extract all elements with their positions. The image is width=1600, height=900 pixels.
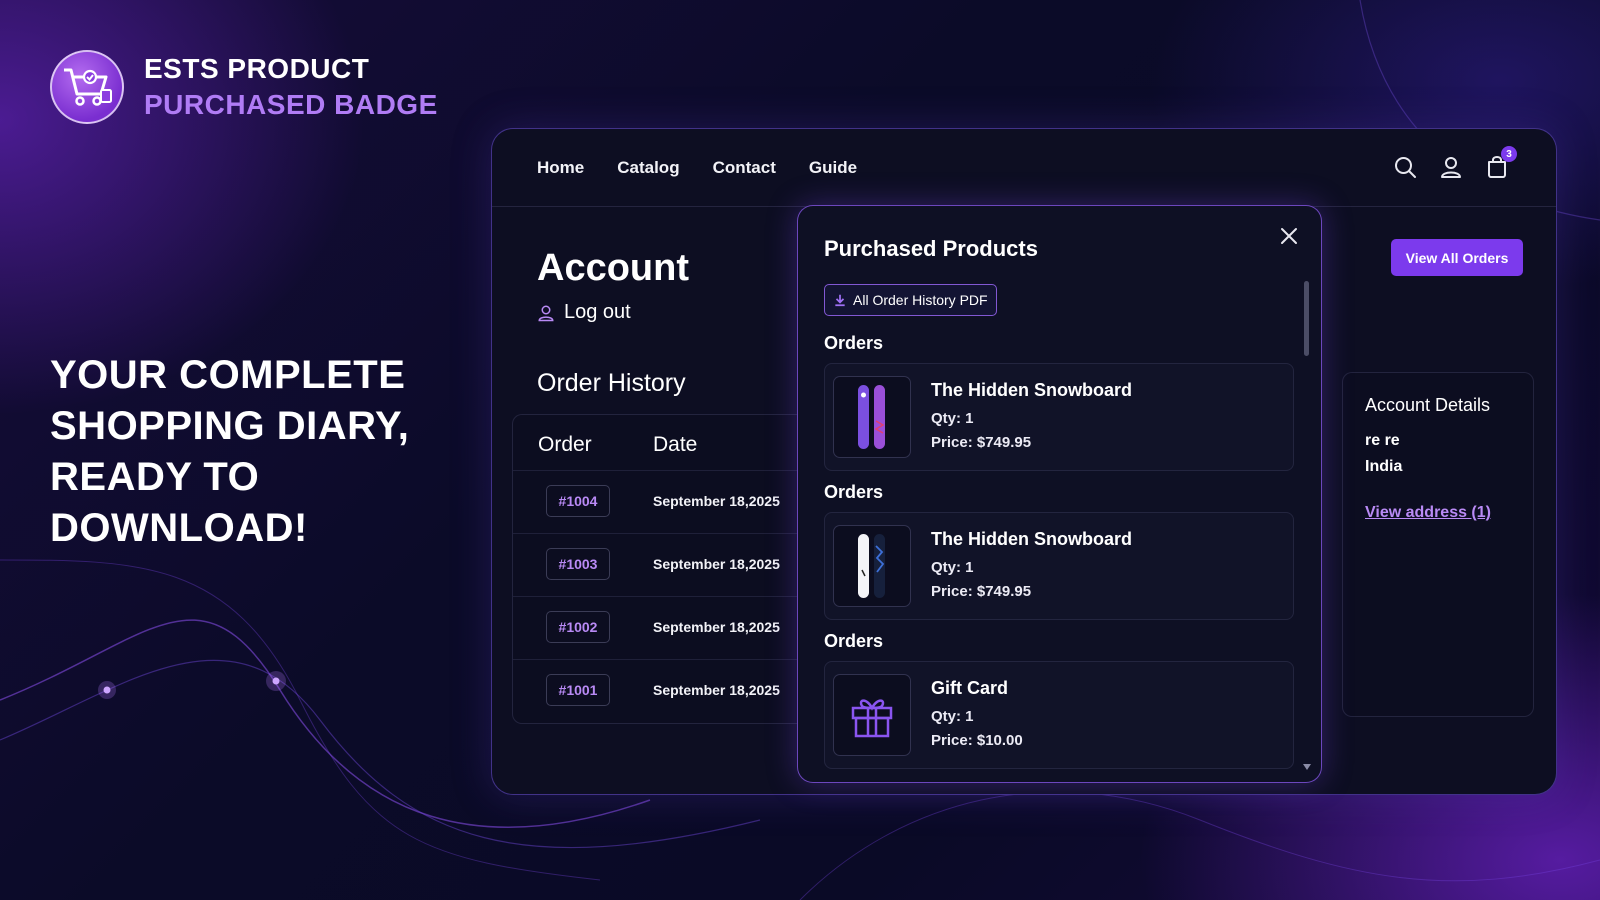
gift-icon bbox=[833, 674, 911, 756]
headline-line: YOUR COMPLETE bbox=[50, 353, 406, 397]
nav-home[interactable]: Home bbox=[537, 158, 584, 178]
view-address-link[interactable]: View address (1) bbox=[1365, 504, 1491, 522]
account-details-card: Account Details re re India View address… bbox=[1342, 372, 1534, 717]
product-price: Price: $749.95 bbox=[931, 583, 1032, 600]
order-history-table: Order Date #1004 September 18,2025 #1003… bbox=[512, 414, 822, 724]
product-card: The Hidden Snowboard Qty: 1 Price: $749.… bbox=[824, 512, 1294, 620]
account-name: re re bbox=[1365, 432, 1400, 449]
headline-line: SHOPPING DIARY, bbox=[50, 404, 410, 448]
column-header-date: Date bbox=[653, 433, 698, 456]
scroll-down-arrow-icon[interactable] bbox=[1303, 764, 1311, 770]
modal-scrollbar[interactable] bbox=[1304, 281, 1309, 356]
order-history-title: Order History bbox=[537, 369, 686, 397]
product-qty: Qty: 1 bbox=[931, 410, 974, 427]
table-row: #1003 September 18,2025 bbox=[513, 533, 821, 596]
order-number-link[interactable]: #1001 bbox=[546, 674, 610, 706]
table-row: #1004 September 18,2025 bbox=[513, 470, 821, 533]
product-name: The Hidden Snowboard bbox=[931, 529, 1132, 549]
nav-contact[interactable]: Contact bbox=[713, 158, 776, 178]
user-icon[interactable] bbox=[1439, 155, 1465, 181]
brand-title-line2: PURCHASED BADGE bbox=[144, 89, 438, 120]
order-number-link[interactable]: #1003 bbox=[546, 548, 610, 580]
nav-catalog[interactable]: Catalog bbox=[617, 158, 679, 178]
account-country: India bbox=[1365, 458, 1403, 475]
snowboard-purple-thumbnail bbox=[833, 376, 911, 458]
download-pdf-button[interactable]: All Order History PDF bbox=[824, 284, 997, 316]
product-price: Price: $749.95 bbox=[931, 434, 1032, 451]
orders-group-label: Orders bbox=[824, 631, 884, 651]
brand: ESTS PRODUCT PURCHASED BADGE bbox=[50, 50, 438, 124]
order-date: September 18,2025 bbox=[653, 619, 780, 635]
account-title: Account bbox=[537, 247, 689, 289]
search-icon[interactable] bbox=[1393, 155, 1419, 181]
order-number-link[interactable]: #1002 bbox=[546, 611, 610, 643]
cart-icon[interactable]: 3 bbox=[1485, 146, 1517, 181]
headline: YOUR COMPLETE SHOPPING DIARY, READY TO D… bbox=[50, 350, 450, 554]
product-qty: Qty: 1 bbox=[931, 559, 974, 576]
product-price: Price: $10.00 bbox=[931, 732, 1023, 749]
order-date: September 18,2025 bbox=[653, 493, 780, 509]
orders-group-label: Orders bbox=[824, 482, 884, 502]
account-details-title: Account Details bbox=[1365, 395, 1491, 415]
logout-link[interactable]: Log out bbox=[537, 301, 631, 324]
order-number-link[interactable]: #1004 bbox=[546, 485, 610, 517]
nav-guide[interactable]: Guide bbox=[809, 158, 857, 178]
order-date: September 18,2025 bbox=[653, 682, 780, 698]
snowboard-white-thumbnail bbox=[833, 525, 911, 607]
headline-line: READY TO bbox=[50, 455, 260, 499]
product-qty: Qty: 1 bbox=[931, 708, 974, 725]
brand-title-line1: ESTS PRODUCT bbox=[144, 53, 370, 84]
view-all-orders-button[interactable]: View All Orders bbox=[1391, 239, 1523, 276]
product-name: Gift Card bbox=[931, 678, 1009, 698]
logout-label: Log out bbox=[564, 301, 631, 323]
cart-count-badge: 3 bbox=[1501, 146, 1517, 162]
product-name: The Hidden Snowboard bbox=[931, 380, 1132, 400]
download-pdf-label: All Order History PDF bbox=[853, 292, 988, 308]
modal-title: Purchased Products bbox=[824, 236, 1038, 261]
top-nav: Home Catalog Contact Guide 3 bbox=[492, 129, 1556, 207]
shopping-cart-badge-icon bbox=[50, 50, 124, 124]
user-outline-icon bbox=[538, 305, 554, 321]
product-card: The Hidden Snowboard Qty: 1 Price: $749.… bbox=[824, 363, 1294, 471]
orders-group-label: Orders bbox=[824, 333, 884, 353]
download-icon bbox=[835, 294, 845, 307]
table-row: #1002 September 18,2025 bbox=[513, 596, 821, 659]
order-date: September 18,2025 bbox=[653, 556, 780, 572]
headline-line: DOWNLOAD! bbox=[50, 506, 308, 550]
close-icon[interactable] bbox=[1277, 224, 1301, 248]
table-row: #1001 September 18,2025 bbox=[513, 659, 821, 722]
product-card: Gift Card Qty: 1 Price: $10.00 bbox=[824, 661, 1294, 769]
purchased-products-modal: Purchased Products All Order History PDF… bbox=[797, 205, 1322, 783]
column-header-order: Order bbox=[538, 433, 592, 456]
